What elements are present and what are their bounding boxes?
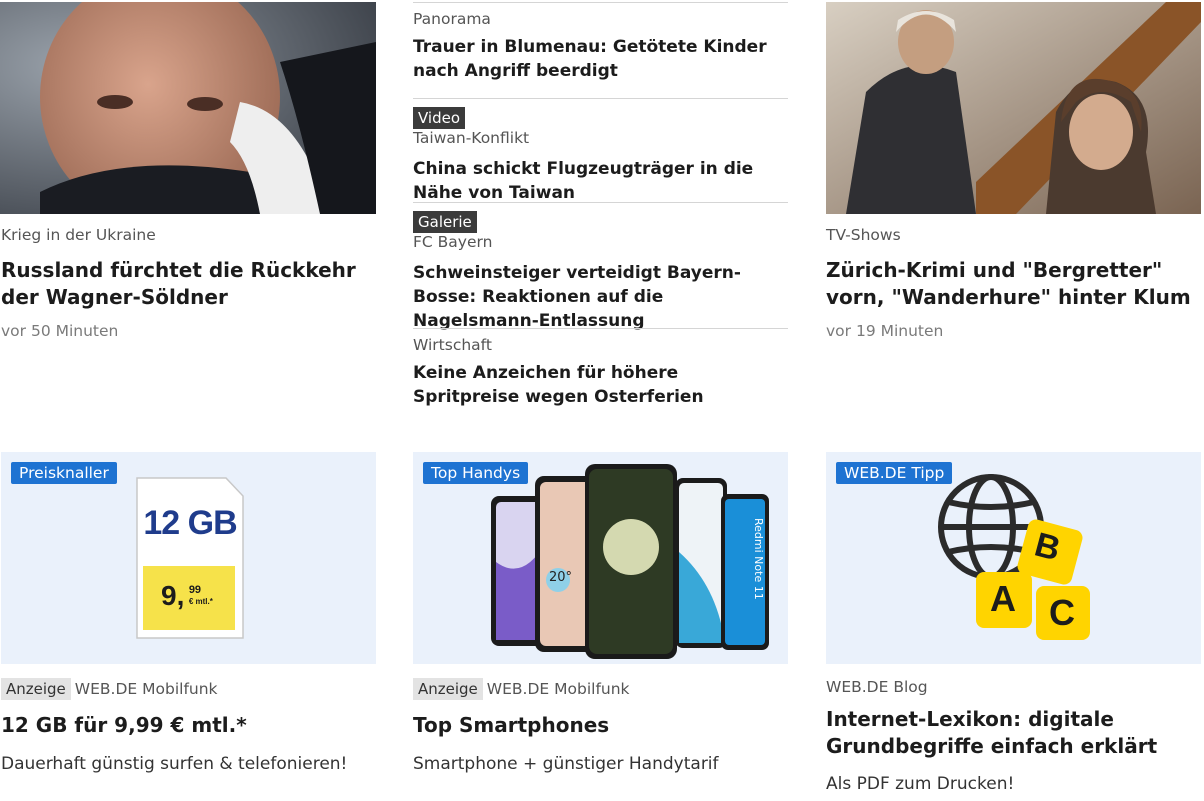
globe-icon bbox=[938, 474, 1090, 640]
promo-subline: Smartphone + günstiger Handytarif bbox=[413, 754, 719, 774]
article-kicker: TV-Shows bbox=[826, 226, 901, 244]
article-kicker: Panorama bbox=[413, 10, 491, 28]
ad-label: Anzeige bbox=[413, 678, 483, 700]
promo-subline: Als PDF zum Drucken! bbox=[826, 774, 1015, 794]
phone-clock: 20° bbox=[549, 570, 573, 585]
article-kicker: Taiwan-Konflikt bbox=[413, 129, 530, 147]
phone-model-label: Redmi Note 11 bbox=[752, 518, 765, 600]
article-headline[interactable]: China schickt Flugzeugträger in die Nähe… bbox=[413, 157, 788, 205]
divider bbox=[413, 2, 788, 3]
promo-subline: Dauerhaft günstig surfen & telefonieren! bbox=[1, 754, 348, 774]
article-kicker: Krieg in der Ukraine bbox=[1, 226, 156, 244]
sim-price: 9, 99 € mtl.* bbox=[161, 580, 213, 612]
divider bbox=[413, 328, 788, 329]
video-badge: Video bbox=[413, 107, 466, 129]
tv-scene-illustration bbox=[826, 2, 1201, 214]
sim-card-icon bbox=[136, 477, 244, 639]
article-headline[interactable]: Zürich-Krimi und "Bergretter" vorn, "Wan… bbox=[826, 257, 1198, 311]
gallery-badge: Galerie bbox=[413, 211, 477, 233]
list-item[interactable]: Video Taiwan-Konflikt China schickt Flugz… bbox=[413, 107, 788, 205]
portrait-illustration bbox=[0, 2, 376, 214]
promo-source: WEB.DE Blog bbox=[826, 678, 928, 696]
promo-headline[interactable]: 12 GB für 9,99 € mtl.* bbox=[1, 713, 247, 737]
block-letter: A bbox=[990, 578, 1016, 619]
promo-badge: Top Handys bbox=[423, 462, 529, 484]
list-item[interactable]: Wirtschaft Keine Anzeichen für höhere Sp… bbox=[413, 336, 788, 409]
article-timestamp: vor 19 Minuten bbox=[826, 322, 944, 340]
article-kicker: Wirtschaft bbox=[413, 336, 492, 354]
article-headline[interactable]: Russland fürchtet die Rückkehr der Wagne… bbox=[1, 257, 371, 311]
article-headline[interactable]: Keine Anzeichen für höhere Spritpreise w… bbox=[413, 361, 788, 409]
article-headline[interactable]: Schweinsteiger verteidigt Bayern-Bosse: … bbox=[413, 261, 788, 333]
divider bbox=[413, 202, 788, 203]
promo-headline[interactable]: Top Smartphones bbox=[413, 713, 609, 737]
ad-label: Anzeige bbox=[1, 678, 71, 700]
list-item[interactable]: Galerie FC Bayern Schweinsteiger verteidi… bbox=[413, 211, 788, 333]
price-unit: € mtl.* bbox=[188, 597, 213, 606]
article-timestamp: vor 50 Minuten bbox=[1, 322, 119, 340]
article-headline[interactable]: Trauer in Blumenau: Getötete Kinder nach… bbox=[413, 35, 788, 83]
promo-tile-lexikon[interactable]: WEB.DE Tipp B A C bbox=[826, 452, 1201, 664]
list-item[interactable]: Panorama Trauer in Blumenau: Getötete Ki… bbox=[413, 10, 788, 83]
divider bbox=[413, 98, 788, 99]
promo-source: WEB.DE Mobilfunk bbox=[74, 680, 218, 698]
article-kicker: FC Bayern bbox=[413, 233, 493, 251]
sim-data-amount: 12 GB bbox=[143, 504, 237, 542]
promo-headline[interactable]: Internet-Lexikon: digitale Grundbegriffe… bbox=[826, 706, 1196, 760]
promo-source: WEB.DE Mobilfunk bbox=[486, 680, 630, 698]
price-cents: 99 bbox=[188, 584, 202, 596]
block-letter: C bbox=[1049, 592, 1075, 633]
promo-tile-mobilfunk[interactable]: Preisknaller 12 GB 9, 99 € mtl.* bbox=[1, 452, 376, 664]
tv-scene-photo[interactable] bbox=[826, 2, 1201, 214]
price-main: 9, bbox=[161, 580, 185, 611]
promo-meta: Anzeige WEB.DE Mobilfunk bbox=[1, 678, 218, 700]
promo-tile-smartphones[interactable]: 20° Redmi Note 11 Top Handys bbox=[413, 452, 788, 664]
portrait-photo[interactable] bbox=[0, 2, 376, 214]
promo-meta: Anzeige WEB.DE Mobilfunk bbox=[413, 678, 630, 700]
